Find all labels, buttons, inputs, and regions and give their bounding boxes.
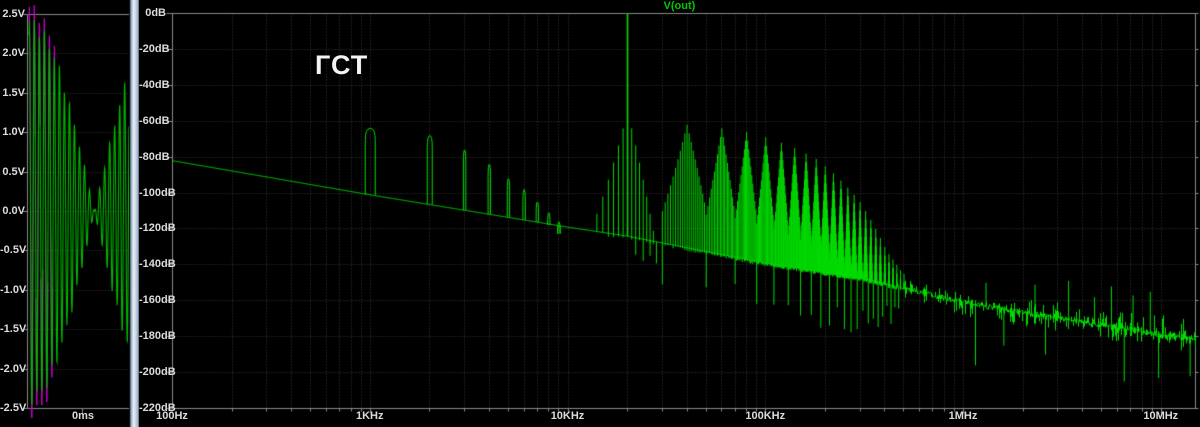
spectrum-plot-canvas[interactable] [139,0,1200,427]
gst-annotation: ГСТ [315,50,369,80]
time-y-tick-label: -0.5V [0,244,27,257]
time-axis-tick-label: 0ms [71,410,95,422]
spectrum-y-tick-label: -140dB [139,258,176,271]
spectrum-y-tick-label: -80dB [139,150,170,163]
spectrum-y-tick-label: -120dB [139,222,176,235]
spectrum-y-tick-label: 0dB [145,7,166,19]
spectrum-y-tick-label: -180dB [139,330,176,343]
time-y-tick-label: 1.5V [2,86,25,99]
time-y-tick-label: 1.0V [2,126,25,139]
spectrum-x-tick-label: 1MHz [948,410,978,422]
spectrum-y-tick-label: -60dB [139,114,170,127]
time-y-tick-label: 0.5V [2,165,25,178]
time-y-tick-label: 2.0V [2,47,25,60]
pane-divider[interactable] [129,0,139,427]
time-y-tick-label: 2.5V [2,8,25,20]
spectrum-y-tick-label: -200dB [139,366,176,379]
spectrum-x-tick-label: 100KHz [745,410,786,422]
spectrum-x-tick-label: 1KHz [355,410,384,422]
time-y-tick-label: -1.5V [0,323,27,336]
spectrum-y-tick-label: -40dB [139,78,170,91]
spectrum-x-tick-label: 10MHz [1143,410,1179,422]
spectrum-y-tick-label: -160dB [139,294,176,307]
time-y-tick-label: -1.0V [0,283,27,296]
spectrum-y-tick-label: -20dB [139,42,170,55]
spectrum-x-tick-label: 100Hz [156,410,188,422]
waveform-viewer: 2.5V 2.0V 1.5V 1.0V 0.5V 0.0V -0.5V -1.0V -1.5V -… [0,0,1200,427]
time-y-tick-label: -2.0V [0,362,27,375]
time-y-tick-label: 0.0V [2,205,25,217]
spectrum-x-tick-label: 10KHz [550,410,585,422]
time-plot-pane[interactable]: 2.5V 2.0V 1.5V 1.0V 0.5V 0.0V -0.5V -1.0V -1.5V -… [0,0,129,427]
spectrum-y-tick-label: -100dB [139,186,176,199]
time-y-tick-label: -2.5V [0,402,27,414]
trace-label-vout[interactable]: V(out) [664,0,696,12]
spectrum-plot-pane[interactable]: V(out) 0dB -20dB -40dB -60dB -80dB -100dB -120… [139,0,1200,427]
